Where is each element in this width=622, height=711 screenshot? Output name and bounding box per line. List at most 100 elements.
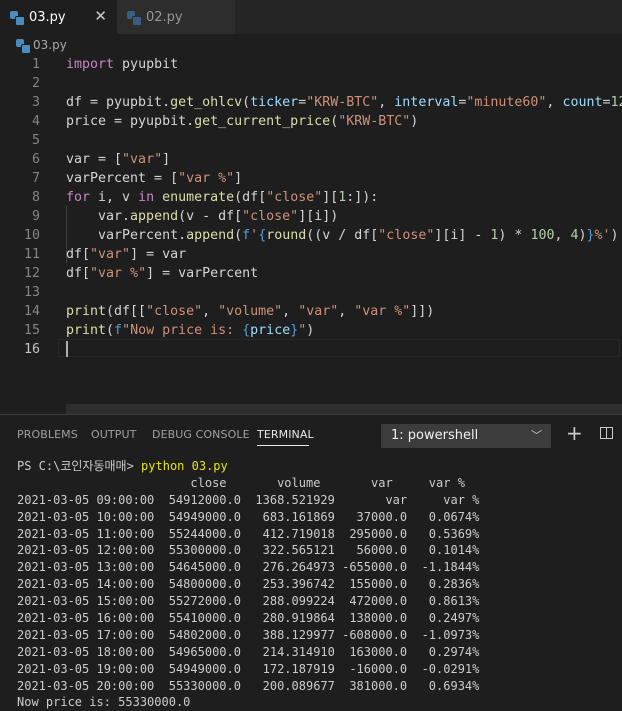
line-number: 6 <box>31 152 40 167</box>
tab-output[interactable]: OUTPUT <box>91 428 136 441</box>
line-number: 14 <box>23 304 40 319</box>
string-literal: "KRW-BTC" <box>338 114 411 129</box>
terminal-line: 2021-03-05 14:00:00 54800000.0 253.39674… <box>17 577 480 592</box>
function-name: append <box>186 228 235 243</box>
line-number: 5 <box>31 133 40 148</box>
code-text: (df[ <box>234 190 267 205</box>
terminal-line: 2021-03-05 09:00:00 54912000.0 1368.5219… <box>17 492 480 507</box>
tab-terminal[interactable]: TERMINAL <box>257 428 314 441</box>
fstring-brace: { <box>258 228 267 243</box>
split-terminal-icon[interactable] <box>600 427 613 439</box>
tab-problems[interactable]: PROBLEMS <box>17 428 78 441</box>
editor-tab-bar: 03.py ✕ 02.py <box>0 0 622 34</box>
tab-label: 02.py <box>146 9 183 25</box>
tab-02-py[interactable]: 02.py <box>117 0 235 34</box>
code-text: varPercent. <box>66 228 187 243</box>
horizontal-scrollbar[interactable] <box>66 404 622 414</box>
code-line-3: 3 df = pyupbit.get_ohlcv(ticker="KRW-BTC"… <box>0 93 622 112</box>
code-line-13: 13 <box>0 283 622 302</box>
terminal-command: python 03.py <box>141 459 228 473</box>
code-line-10: 10 varPercent.append(f'{round((v / df["c… <box>0 226 622 245</box>
function-name: enumerate <box>162 190 235 205</box>
string-literal: "KRW-BTC" <box>306 95 379 110</box>
code-text: (v - df[ <box>178 209 243 224</box>
terminal-line: 2021-03-05 18:00:00 54965000.0 214.31491… <box>17 644 480 659</box>
string-literal: "var" <box>122 152 163 167</box>
terminal-line: 2021-03-05 15:00:00 55272000.0 288.09922… <box>17 594 480 609</box>
line-number: 4 <box>31 114 40 129</box>
function-name: append <box>130 209 179 224</box>
param-name: interval <box>394 95 459 110</box>
terminal-line: 2021-03-05 17:00:00 54802000.0 388.12997… <box>17 627 480 642</box>
string-literal: "var %" <box>178 171 235 186</box>
code-text: (df[[ <box>106 304 147 319</box>
code-line-7: 7 varPercent = ["var %"] <box>0 169 622 188</box>
terminal-select[interactable]: 1: powershell ﹀ <box>381 424 551 448</box>
code-text: ][i]) <box>298 209 339 224</box>
code-text: var = [ <box>66 152 123 167</box>
python-file-icon <box>10 10 25 26</box>
line-number: 11 <box>23 247 40 262</box>
terminal-line: 2021-03-05 12:00:00 55300000.0 322.56512… <box>17 543 480 558</box>
string-literal: "Now price is: <box>122 323 243 338</box>
python-file-icon <box>127 10 142 26</box>
line-number: 13 <box>23 285 40 300</box>
string-literal: "close" <box>146 304 203 319</box>
code-text: i, v <box>90 190 139 205</box>
string-literal: "close" <box>266 190 323 205</box>
terminal-line: 2021-03-05 16:00:00 55410000.0 280.91986… <box>17 611 480 626</box>
string-literal: "close" <box>242 209 299 224</box>
line-number: 3 <box>31 95 40 110</box>
code-text: ) * <box>498 228 531 243</box>
close-tab-icon[interactable]: ✕ <box>94 8 107 24</box>
terminal-line: 2021-03-05 19:00:00 54949000.0 172.18791… <box>17 661 480 676</box>
string-literal: ' <box>250 228 259 243</box>
code-text: ) <box>610 228 619 243</box>
code-text: ][i] - <box>434 228 491 243</box>
code-line-14: 14 print(df[["close", "volume", "var", "v… <box>0 302 622 321</box>
string-literal: "var" <box>298 304 339 319</box>
breadcrumb-file[interactable]: 03.py <box>33 38 67 52</box>
function-name: get_current_price <box>194 114 331 129</box>
chevron-down-icon: ﹀ <box>531 429 542 442</box>
bottom-panel: PROBLEMS OUTPUT DEBUG CONSOLE TERMINAL 1… <box>0 414 622 710</box>
code-text: pyupbit <box>114 57 179 72</box>
code-line-6: 6 var = ["var"] <box>0 150 622 169</box>
terminal-line: 2021-03-05 13:00:00 54645000.0 276.26497… <box>17 560 480 575</box>
terminal-prompt-line: PS C:\코인자동매매> python 03.py <box>17 458 617 475</box>
code-line-9: 9 var.append(v - df["close"][i]) <box>0 207 622 226</box>
tab-debug-console[interactable]: DEBUG CONSOLE <box>152 428 250 441</box>
code-line-16: 16 <box>0 340 622 359</box>
fstring-prefix: f <box>114 323 123 338</box>
code-text: var. <box>66 209 131 224</box>
line-number: 1 <box>31 57 40 72</box>
param-name: count <box>562 95 603 110</box>
terminal-output[interactable]: PS C:\코인자동매매> python 03.py close volume … <box>17 458 617 711</box>
code-text: ) <box>306 323 315 338</box>
terminal-line: 2021-03-05 20:00:00 55330000.0 200.08967… <box>17 678 480 693</box>
param-name: ticker <box>250 95 299 110</box>
line-number: 15 <box>23 323 40 338</box>
breadcrumb[interactable]: 03.py <box>16 36 67 54</box>
code-text: ] = varPercent <box>146 266 259 281</box>
number-literal: 4 <box>570 228 579 243</box>
code-text: ( <box>106 323 115 338</box>
code-text: ] <box>234 171 243 186</box>
code-line-11: 11 df["var"] = var <box>0 245 622 264</box>
code-line-8: 8 for i, v in enumerate(df["close"][1:]): <box>0 188 622 207</box>
terminal-select-value: 1: powershell <box>391 428 479 443</box>
code-line-4: 4 price = pyupbit.get_current_price("KRW-… <box>0 112 622 131</box>
tab-03-py[interactable]: 03.py ✕ <box>0 0 117 34</box>
line-number: 12 <box>23 266 40 281</box>
string-literal: "var %" <box>354 304 411 319</box>
fstring-brace: { <box>242 323 251 338</box>
text-cursor <box>66 341 68 357</box>
code-text: ] <box>162 152 171 167</box>
keyword: for <box>66 190 91 205</box>
code-editor[interactable]: 1 import pyupbit 2 3 df = pyupbit.get_ohlc… <box>0 54 622 404</box>
function-name: round <box>266 228 307 243</box>
fstring-prefix: f <box>242 228 251 243</box>
line-number: 7 <box>31 171 40 186</box>
new-terminal-icon[interactable]: + <box>566 423 583 443</box>
code-text: , <box>554 228 571 243</box>
